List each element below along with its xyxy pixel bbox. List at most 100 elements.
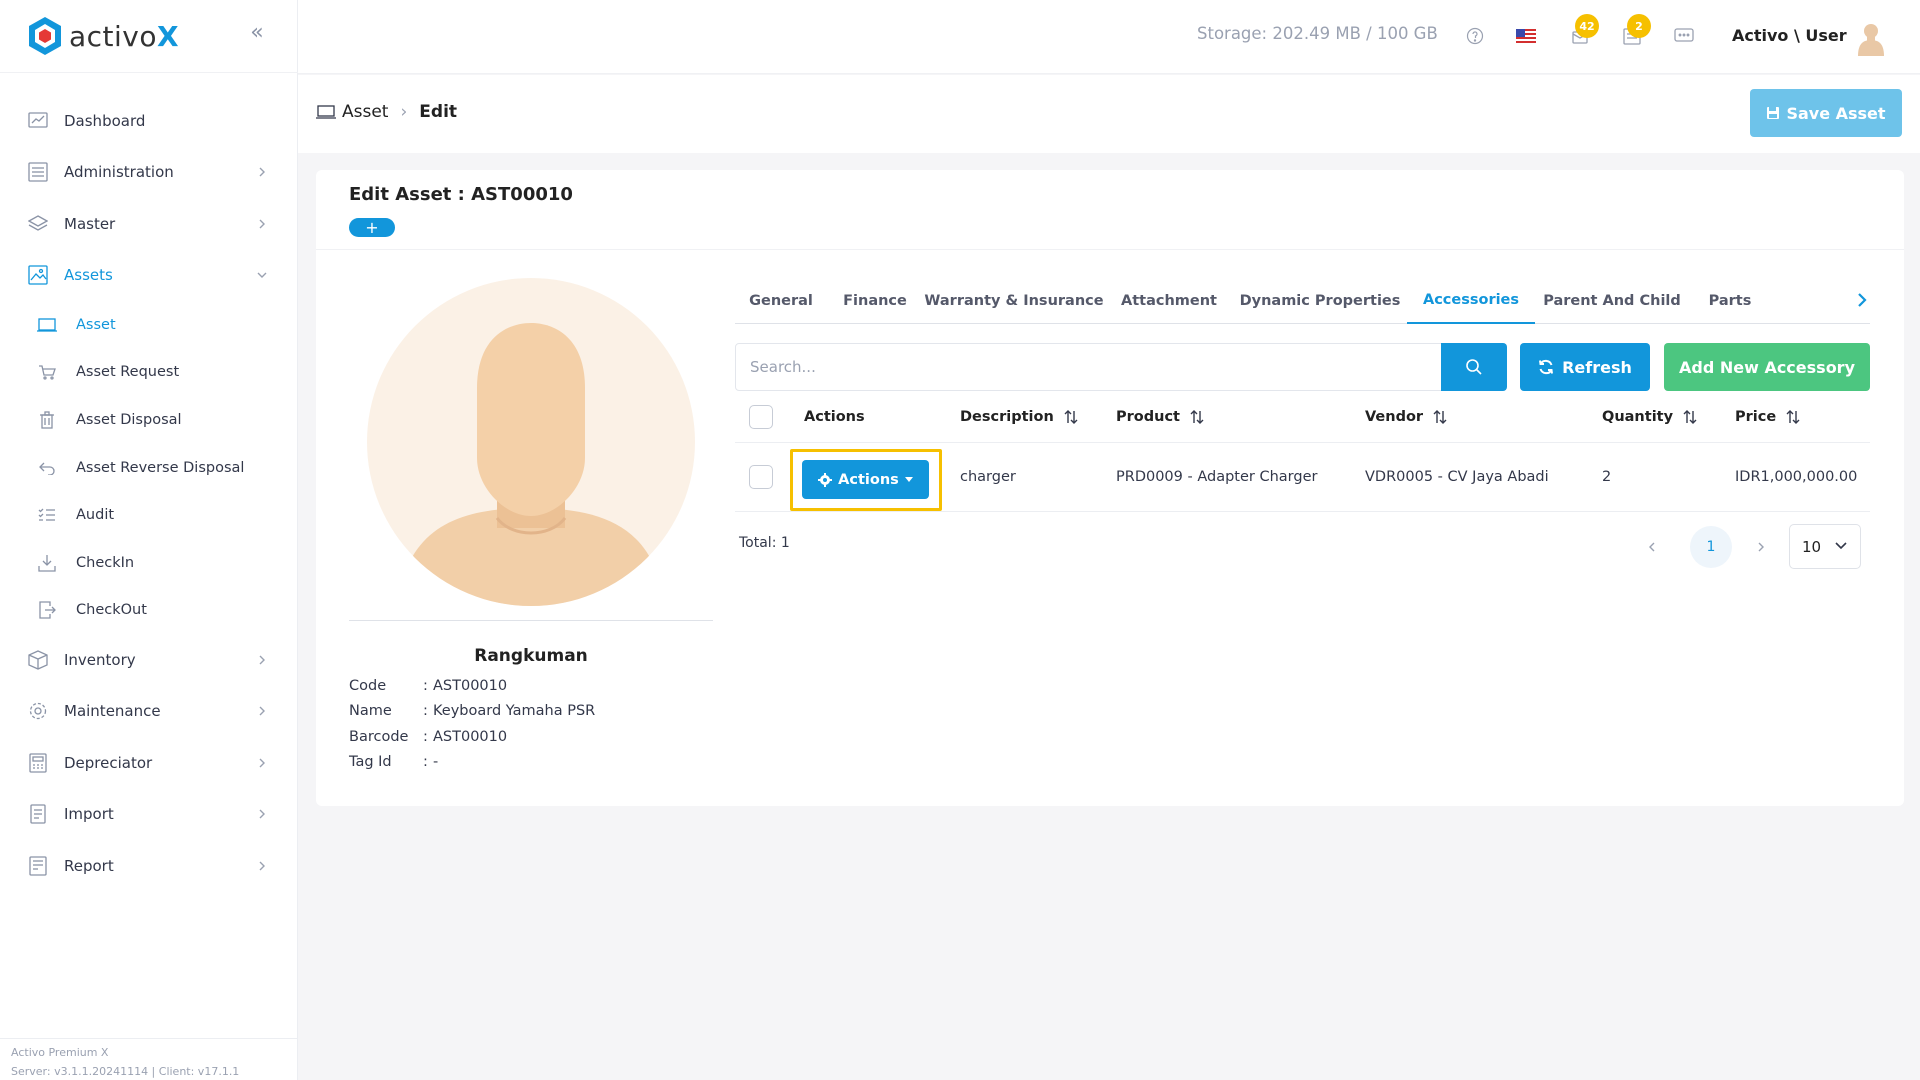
sidebar-subitem-checkin[interactable]: CheckIn: [0, 539, 298, 587]
sort-icon: [1786, 409, 1800, 424]
sidebar-item-label: Master: [64, 214, 116, 233]
row-actions-dropdown[interactable]: Actions: [802, 460, 929, 499]
sidebar-nav: Dashboard Administration Master Assets A…: [0, 95, 298, 892]
sidebar-item-depreciator[interactable]: Depreciator: [0, 737, 298, 789]
sort-icon: [1064, 409, 1078, 424]
summary-key: Name: [349, 703, 392, 720]
chevron-right-icon: [259, 758, 265, 768]
sidebar-item-label: Maintenance: [64, 702, 161, 721]
collapse-sidebar-icon[interactable]: «: [246, 22, 268, 44]
tab-accessories[interactable]: Accessories: [1407, 278, 1535, 324]
summary-value: -: [433, 754, 439, 771]
calculator-icon: [27, 752, 49, 774]
sidebar-item-label: Import: [64, 805, 114, 824]
us-flag-icon[interactable]: [1514, 24, 1538, 48]
sidebar-item-label: Administration: [64, 163, 174, 182]
page-number[interactable]: 1: [1690, 526, 1732, 568]
undo-icon: [37, 458, 57, 478]
edit-asset-card: Edit Asset : AST00010 + Rangkuman Code: A…: [316, 170, 1904, 806]
column-header-product[interactable]: Product: [1116, 391, 1205, 442]
tab-warranty-insurance[interactable]: Warranty & Insurance: [923, 278, 1105, 324]
asset-summary: Code: AST00010 Name: Keyboard Yamaha PSR B…: [349, 673, 595, 775]
checklist-icon: [37, 505, 57, 525]
version-info: Server: v3.1.1.20241114 | Client: v17.1.…: [11, 1065, 240, 1078]
refresh-button[interactable]: Refresh: [1520, 343, 1650, 391]
chevron-right-icon: [259, 706, 265, 716]
sidebar-item-dashboard[interactable]: Dashboard: [0, 95, 298, 147]
sidebar-item-assets[interactable]: Assets: [0, 250, 298, 302]
sidebar-item-import[interactable]: Import: [0, 789, 298, 841]
sidebar-item-inventory[interactable]: Inventory: [0, 634, 298, 686]
sidebar-subitem-label: Asset Disposal: [76, 411, 182, 428]
sidebar-item-report[interactable]: Report: [0, 840, 298, 892]
tab-parent-and-child[interactable]: Parent And Child: [1535, 278, 1689, 324]
chevron-right-icon[interactable]: [1852, 288, 1872, 312]
row-checkbox[interactable]: [749, 465, 773, 489]
tab-finance[interactable]: Finance: [827, 278, 923, 324]
divider: [349, 620, 713, 621]
cell-product: PRD0009 - Adapter Charger: [1116, 469, 1318, 485]
logo-hexagon-icon: [29, 17, 61, 55]
sidebar-subitem-audit[interactable]: Audit: [0, 491, 298, 539]
summary-row: Code: AST00010: [349, 677, 508, 694]
sidebar-item-maintenance[interactable]: Maintenance: [0, 686, 298, 738]
select-all-checkbox[interactable]: [749, 404, 773, 429]
gear-icon: [818, 472, 833, 487]
chat-icon[interactable]: [1672, 24, 1696, 48]
list-icon: [27, 161, 49, 183]
user-avatar[interactable]: [1852, 20, 1890, 58]
summary-row: Name: Keyboard Yamaha PSR: [349, 703, 596, 720]
summary-key: Code: [349, 677, 387, 694]
total-count: Total: 1: [739, 535, 790, 551]
chevron-right-icon: [259, 655, 265, 665]
column-header-price[interactable]: Price: [1735, 391, 1801, 442]
sidebar-subitem-asset-request[interactable]: Asset Request: [0, 349, 298, 397]
add-button[interactable]: +: [349, 218, 395, 237]
tasks-badge: 2: [1627, 14, 1651, 38]
asset-tabs: General Finance Warranty & Insurance Att…: [735, 278, 1870, 324]
chevron-left-icon[interactable]: [1645, 540, 1659, 554]
sidebar-item-administration[interactable]: Administration: [0, 147, 298, 199]
sidebar-subitem-asset[interactable]: Asset: [0, 301, 298, 349]
download-icon: [37, 553, 57, 573]
column-header-quantity[interactable]: Quantity: [1602, 391, 1698, 442]
column-header-description[interactable]: Description: [960, 391, 1079, 442]
tab-attachment[interactable]: Attachment: [1105, 278, 1233, 324]
save-asset-button[interactable]: Save Asset: [1750, 89, 1902, 137]
tab-dynamic-properties[interactable]: Dynamic Properties: [1233, 278, 1407, 324]
sidebar-divider: [0, 72, 298, 73]
summary-key: Tag Id: [349, 754, 392, 771]
chevron-right-icon: [259, 219, 265, 229]
version-footer: Activo Premium X Server: v3.1.1.20241114…: [0, 1038, 298, 1080]
laptop-icon: [37, 315, 57, 335]
sidebar-item-master[interactable]: Master: [0, 198, 298, 250]
sidebar-subitem-label: Asset Reverse Disposal: [76, 459, 245, 476]
page-size-value: 10: [1802, 537, 1822, 556]
sidebar-subitem-asset-reverse-disposal[interactable]: Asset Reverse Disposal: [0, 444, 298, 492]
asset-photo-placeholder[interactable]: [367, 278, 695, 606]
search-button[interactable]: [1441, 343, 1507, 391]
actions-label: Actions: [838, 471, 899, 488]
brand-logo[interactable]: activoX: [27, 16, 179, 56]
page-size-select[interactable]: 10: [1789, 524, 1861, 569]
tab-general[interactable]: General: [735, 278, 827, 324]
summary-row: Barcode: AST00010: [349, 728, 508, 745]
sidebar-item-label: Dashboard: [64, 111, 146, 130]
search-input[interactable]: [735, 343, 1443, 391]
help-icon[interactable]: [1463, 24, 1487, 48]
column-header-vendor[interactable]: Vendor: [1365, 391, 1448, 442]
sidebar-subitem-checkout[interactable]: CheckOut: [0, 587, 298, 635]
tab-parts[interactable]: Parts: [1689, 278, 1771, 324]
chevron-down-icon: [257, 272, 267, 279]
cell-quantity: 2: [1602, 469, 1612, 485]
user-name[interactable]: Activo \ User: [1732, 26, 1847, 45]
add-new-accessory-button[interactable]: Add New Accessory: [1664, 343, 1870, 391]
sidebar: activoX « Dashboard Administration Maste…: [0, 0, 298, 1080]
table-row: Actions charger PRD0009 - Adapter Charge…: [735, 443, 1870, 512]
summary-value: Keyboard Yamaha PSR: [433, 703, 596, 720]
chart-icon: [27, 110, 49, 132]
breadcrumb-root[interactable]: Asset: [342, 102, 388, 122]
chevron-right-icon[interactable]: [1754, 540, 1768, 554]
laptop-icon: [316, 104, 336, 119]
sidebar-subitem-asset-disposal[interactable]: Asset Disposal: [0, 396, 298, 444]
